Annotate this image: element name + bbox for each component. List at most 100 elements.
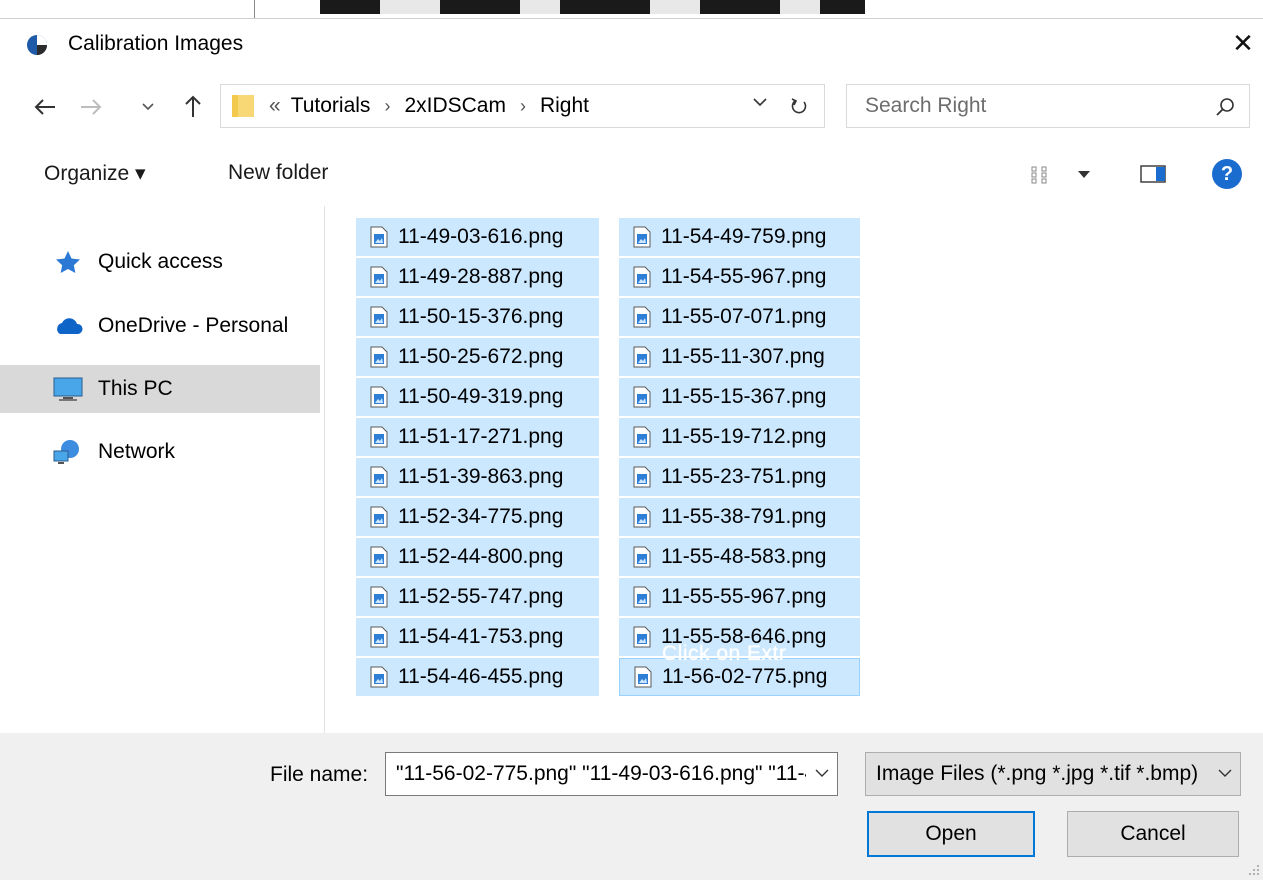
file-item[interactable]: 11-54-55-967.png [619,258,860,296]
new-folder-button[interactable]: New folder [228,140,328,206]
png-file-icon [370,426,388,448]
nav-item-label: This PC [98,377,173,400]
resize-grip-icon[interactable] [1248,864,1260,876]
file-type-dropdown-button[interactable] [1218,765,1232,783]
caret-down-icon [1078,171,1090,178]
dialog-title: Calibration Images [68,32,244,55]
file-item[interactable]: 11-52-44-800.png [356,538,599,576]
file-name: 11-55-15-367.png [661,385,827,408]
file-item[interactable]: 11-55-48-583.png [619,538,860,576]
file-item[interactable]: 11-54-49-759.png [619,218,860,256]
file-name: 11-52-55-747.png [398,585,564,608]
file-name-dropdown-button[interactable] [815,765,829,783]
breadcrumb-separator[interactable]: › [520,96,526,117]
file-item[interactable]: 11-55-38-791.png [619,498,860,536]
file-name: 11-51-17-271.png [398,425,564,448]
address-bar[interactable]: « Tutorials › 2xIDSCam › Right [220,84,825,128]
file-item[interactable]: 11-50-49-319.png [356,378,599,416]
nav-item-onedrive[interactable]: OneDrive - Personal [0,302,320,350]
file-name-input[interactable]: "11-56-02-775.png" "11-49-03-616.png" "1… [396,753,806,795]
view-icon [1031,166,1047,184]
arrow-left-icon [34,99,55,115]
file-name: 11-51-39-863.png [398,465,564,488]
search-box[interactable]: Search Right [846,84,1250,128]
recent-locations-button[interactable] [136,96,160,118]
address-dropdown-button[interactable] [753,94,767,112]
png-file-icon [633,346,651,368]
file-item[interactable]: 11-55-23-751.png [619,458,860,496]
file-item[interactable]: 11-51-39-863.png [356,458,599,496]
background-checkerboard-image [320,0,865,14]
file-item[interactable]: 11-54-46-455.png [356,658,599,696]
refresh-icon [791,98,807,114]
file-name: 11-55-07-071.png [661,305,827,328]
file-item[interactable]: 11-55-19-712.png [619,418,860,456]
file-name-field[interactable]: "11-56-02-775.png" "11-49-03-616.png" "1… [385,752,838,796]
file-item[interactable]: 11-49-03-616.png [356,218,599,256]
file-name: 11-54-55-967.png [661,265,827,288]
file-item[interactable]: 11-55-15-367.png [619,378,860,416]
png-file-icon [370,586,388,608]
png-file-icon [370,306,388,328]
png-file-icon [633,266,651,288]
png-file-icon [370,266,388,288]
png-file-icon [370,626,388,648]
png-file-icon [370,466,388,488]
png-file-icon [633,226,651,248]
breadcrumb: « Tutorials › 2xIDSCam › Right [269,85,589,127]
file-item[interactable]: 11-50-15-376.png [356,298,599,336]
png-file-icon [370,546,388,568]
app-icon [27,35,47,55]
nav-item-this-pc[interactable]: This PC [0,365,320,413]
file-item[interactable]: 11-51-17-271.png [356,418,599,456]
breadcrumb-separator[interactable]: › [384,96,390,117]
file-item[interactable]: 11-55-11-307.png [619,338,860,376]
png-file-icon [370,346,388,368]
search-input[interactable]: Search Right [865,85,986,127]
breadcrumb-2xidscam[interactable]: 2xIDSCam [404,94,506,118]
help-button[interactable]: ? [1212,159,1242,189]
png-file-icon [370,506,388,528]
file-name: 11-55-11-307.png [661,345,825,368]
chevron-down-icon [815,769,829,777]
png-file-icon [370,386,388,408]
forward-button[interactable] [76,92,106,122]
png-file-icon [634,666,652,688]
refresh-button[interactable] [781,93,817,119]
file-item[interactable]: 11-55-55-967.png [619,578,860,616]
preview-pane-button[interactable] [1140,163,1168,185]
nav-item-label: OneDrive - Personal [98,314,289,337]
breadcrumb-right[interactable]: Right [540,94,589,118]
file-item[interactable]: 11-52-55-747.png [356,578,599,616]
file-item[interactable]: 11-55-07-071.png [619,298,860,336]
nav-item-quick-access[interactable]: Quick access [0,238,320,286]
breadcrumb-overflow[interactable]: « [269,94,281,118]
file-name: 11-55-48-583.png [661,545,827,568]
file-list: 11-49-03-616.png 11-49-28-887.png 11-50-15… [326,206,1263,733]
nav-item-network[interactable]: Network [0,428,320,476]
open-button[interactable]: Open [867,811,1035,857]
file-name: 11-54-41-753.png [398,625,564,648]
file-name: 11-50-49-319.png [398,385,564,408]
file-name: 11-55-19-712.png [661,425,827,448]
folder-icon [232,95,254,117]
file-item[interactable]: 11-52-34-775.png [356,498,599,536]
up-button[interactable] [178,90,208,122]
breadcrumb-tutorials[interactable]: Tutorials [291,94,371,118]
close-button[interactable]: ✕ [1224,24,1262,62]
back-button[interactable] [30,92,60,122]
monitor-icon [52,376,84,402]
chevron-down-icon [142,103,154,111]
organize-button[interactable]: Organize ▾ [44,140,146,206]
cancel-button[interactable]: Cancel [1067,811,1239,857]
background-window-strip [0,0,1263,18]
file-name: 11-55-38-791.png [661,505,827,528]
file-item[interactable]: 11-50-25-672.png [356,338,599,376]
view-options-button[interactable] [1030,162,1102,188]
file-item[interactable]: 11-54-41-753.png [356,618,599,656]
file-type-select[interactable]: Image Files (*.png *.jpg *.tif *.bmp) [865,752,1241,796]
file-item[interactable]: 11-49-28-887.png [356,258,599,296]
close-icon: ✕ [1232,27,1254,58]
file-name: 11-52-44-800.png [398,545,564,568]
file-name: 11-56-02-775.png [662,665,828,688]
